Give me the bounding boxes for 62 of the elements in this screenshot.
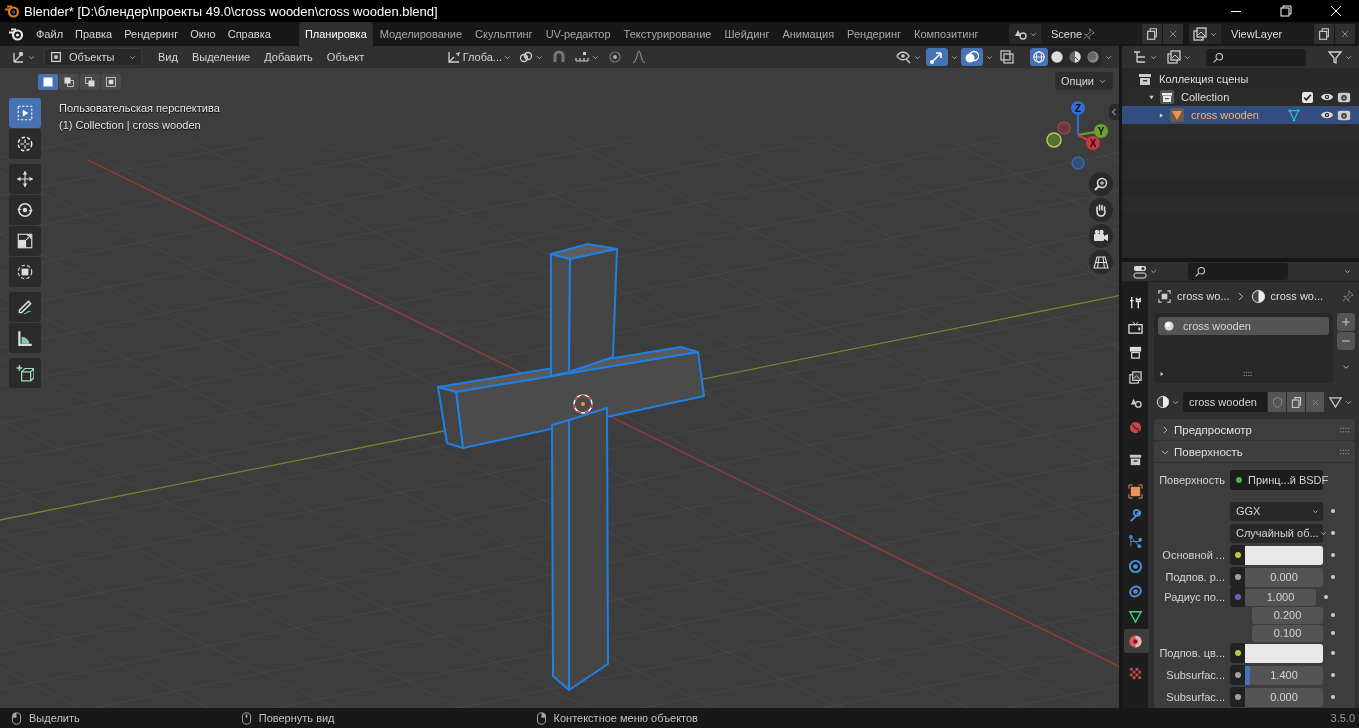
menu-item[interactable]: Справка bbox=[221, 28, 277, 40]
status-hint: Контекстное меню объектов bbox=[553, 712, 698, 724]
workspace-tab[interactable]: Моделирование bbox=[373, 22, 469, 46]
field-label: Поверхность bbox=[1159, 474, 1225, 486]
options-dropdown[interactable]: Опции bbox=[1054, 72, 1113, 90]
material-name: cross wooden bbox=[1189, 396, 1257, 408]
navigation-gizmo[interactable]: Z Y X bbox=[1046, 101, 1108, 170]
panel-title: Поверхность bbox=[1174, 445, 1243, 458]
slider-field[interactable]: 1.400 bbox=[1245, 665, 1323, 685]
outliner-label: Коллекция сцены bbox=[1159, 73, 1249, 85]
outliner-row[interactable]: cross wooden bbox=[1122, 106, 1359, 124]
window-title: Blender* [D:\блендер\проекты 49.0\cross wooden\cross wooden.blend] bbox=[24, 3, 438, 19]
workspace-tab[interactable]: Шейдинг bbox=[718, 22, 776, 46]
panel-title: Предпросмотр bbox=[1174, 423, 1252, 436]
number-field[interactable]: 0.000 bbox=[1245, 567, 1323, 587]
number-field[interactable]: 0.000 bbox=[1245, 687, 1323, 707]
version-label: 3.5.0 bbox=[1330, 712, 1355, 724]
dropdown[interactable]: GGX bbox=[1230, 501, 1323, 521]
menu-item[interactable]: Добавить bbox=[258, 51, 319, 63]
orientation-dropdown[interactable]: Глоба... bbox=[443, 48, 514, 66]
panel-header[interactable]: Поверхность bbox=[1154, 441, 1355, 462]
number-field[interactable]: 0.200 bbox=[1252, 606, 1323, 624]
breadcrumb-item[interactable]: cross wo... bbox=[1177, 290, 1230, 302]
mode-dropdown[interactable]: Объекты bbox=[44, 48, 142, 66]
panel-header[interactable]: Предпросмотр bbox=[1154, 419, 1355, 440]
workspace-tab[interactable]: Композитинг bbox=[908, 22, 985, 46]
number-field[interactable]: 0.100 bbox=[1252, 624, 1323, 642]
field-label: Радиус по... bbox=[1164, 591, 1225, 603]
field-label: Subsurfac... bbox=[1166, 691, 1225, 703]
field-label: Subsurfac... bbox=[1166, 669, 1225, 681]
menu-item[interactable]: Вид bbox=[152, 51, 184, 63]
menu-item[interactable]: Выделение bbox=[185, 51, 257, 63]
slot-label: cross wooden bbox=[1183, 320, 1251, 332]
status-hint: Выделить bbox=[29, 712, 80, 724]
material-name-field[interactable]: cross wooden bbox=[1183, 392, 1267, 412]
workspace-tab[interactable]: Рендеринг bbox=[841, 22, 908, 46]
menu-item[interactable]: Файл bbox=[30, 28, 70, 40]
number-field[interactable]: 1.000 bbox=[1245, 588, 1316, 606]
view-layer-name: ViewLayer bbox=[1231, 28, 1283, 40]
menu-item[interactable]: Правка bbox=[69, 28, 119, 40]
status-hint: Повернуть вид bbox=[258, 712, 335, 724]
workspace-tab[interactable]: Планировка bbox=[298, 22, 373, 46]
scene-field[interactable]: Scene bbox=[1041, 24, 1141, 44]
menu-item[interactable]: Окно bbox=[184, 28, 222, 40]
outliner-label: Collection bbox=[1181, 91, 1230, 103]
menu-item[interactable]: Объект bbox=[320, 51, 371, 63]
workspace-tab[interactable]: Скульптинг bbox=[469, 22, 539, 46]
field-label: Основной ... bbox=[1162, 549, 1225, 561]
field-label: Подпов. р... bbox=[1165, 571, 1225, 583]
workspace-tab[interactable]: UV-редактор bbox=[539, 22, 617, 46]
view-layer-field[interactable]: ViewLayer bbox=[1221, 24, 1313, 44]
view-name: Пользовательская перспектива bbox=[59, 101, 220, 116]
field-label: Подпов. цв... bbox=[1159, 647, 1225, 659]
material-slot[interactable]: cross wooden bbox=[1158, 317, 1329, 335]
breadcrumb-item[interactable]: cross wo... bbox=[1270, 290, 1324, 302]
shader-name: Принц...й BSDF bbox=[1248, 474, 1329, 486]
workspace-tab[interactable]: Текстурирование bbox=[617, 22, 718, 46]
object-info: (1) Collection | cross wooden bbox=[59, 118, 202, 133]
scene-name: Scene bbox=[1051, 28, 1083, 40]
outliner-label: cross wooden bbox=[1191, 109, 1259, 121]
workspace-tab[interactable]: Анимация bbox=[776, 22, 841, 46]
menu-item[interactable]: Рендеринг bbox=[118, 28, 185, 40]
